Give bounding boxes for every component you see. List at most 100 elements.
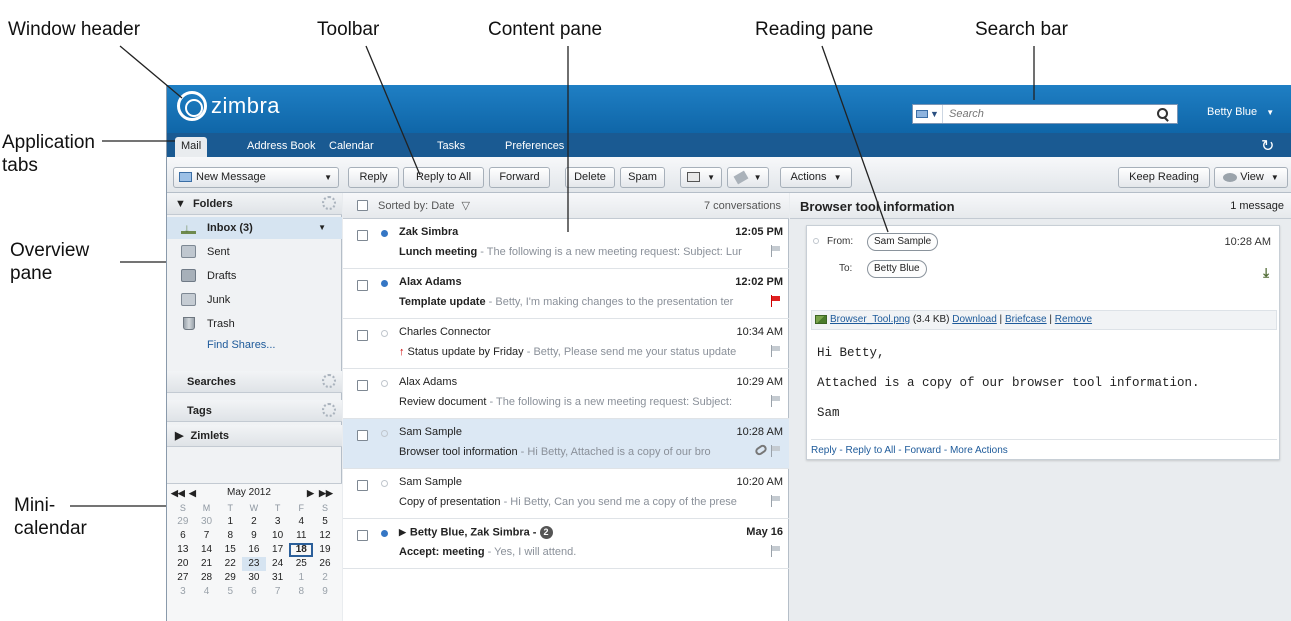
zimbra-logo[interactable]: zimbra [177,91,280,121]
message-row-selected[interactable]: Sam Sample 10:28 AM Browser tool informa… [343,419,789,469]
keep-reading-button[interactable]: Keep Reading [1118,167,1210,188]
calendar-day[interactable]: 16 [242,543,266,557]
calendar-day[interactable]: 21 [195,557,219,571]
red-flag-icon[interactable] [771,295,781,307]
reply-to-all-link[interactable]: Reply to All [845,445,895,456]
reply-button[interactable]: Reply [348,167,399,188]
folders-header[interactable]: ▼ Folders [167,193,342,215]
calendar-day[interactable]: 8 [289,585,313,599]
calendar-day[interactable]: 14 [195,543,219,557]
flag-icon[interactable] [771,245,781,257]
row-checkbox[interactable] [357,530,368,541]
search-icon[interactable] [1155,106,1171,122]
forward-button[interactable]: Forward [489,167,550,188]
folder-sent[interactable]: Sent [167,241,342,263]
calendar-day[interactable]: 5 [313,515,337,529]
calendar-day[interactable]: 9 [242,529,266,543]
prev-month-icon[interactable]: ◀ [189,488,196,499]
gear-icon[interactable] [322,403,336,417]
searches-header[interactable]: Searches [167,371,342,393]
delete-button[interactable]: Delete [565,167,615,188]
calendar-day[interactable]: 28 [195,571,219,585]
calendar-day[interactable]: 7 [195,529,219,543]
calendar-day[interactable]: 20 [171,557,195,571]
gear-icon[interactable] [322,374,336,388]
calendar-day[interactable]: 2 [313,571,337,585]
row-checkbox[interactable] [357,230,368,241]
message-row[interactable]: Zak Simbra 12:05 PM Lunch meeting - The … [343,219,789,269]
expand-thread-icon[interactable]: ▶ [399,527,406,537]
calendar-day[interactable]: 27 [171,571,195,585]
new-message-button[interactable]: New Message ▼ [173,167,339,188]
refresh-icon[interactable]: ↻ [1261,136,1274,156]
row-checkbox[interactable] [357,330,368,341]
calendar-day[interactable]: 6 [171,529,195,543]
calendar-day-highlighted[interactable]: 23 [242,557,266,571]
calendar-day[interactable]: 13 [171,543,195,557]
calendar-day[interactable]: 24 [266,557,290,571]
download-icon[interactable]: ⤓ [1263,265,1269,281]
zimlets-header[interactable]: ▶ Zimlets [167,425,342,447]
next-year-icon[interactable]: ▶▶ [319,488,333,499]
calendar-day[interactable]: 1 [289,571,313,585]
flag-icon[interactable] [771,545,781,557]
calendar-day[interactable]: 31 [266,571,290,585]
folder-drafts[interactable]: Drafts [167,265,342,287]
gear-icon[interactable] [322,196,336,210]
next-month-icon[interactable]: ▶ [307,488,314,499]
calendar-day[interactable]: 12 [313,529,337,543]
calendar-day[interactable]: 5 [218,585,242,599]
tab-mail[interactable]: Mail [175,137,208,157]
flag-icon[interactable] [771,345,781,357]
download-link[interactable]: Download [952,314,996,325]
print-button[interactable]: ▼ [680,167,722,188]
calendar-day[interactable]: 19 [313,543,337,557]
calendar-day-today[interactable]: 18 [289,543,314,557]
message-row[interactable]: Charles Connector 10:34 AM ↑ Status updat… [343,319,789,369]
row-checkbox[interactable] [357,480,368,491]
reply-link[interactable]: Reply [811,445,837,456]
select-all-checkbox[interactable] [357,200,368,211]
calendar-day[interactable]: 30 [242,571,266,585]
calendar-day[interactable]: 26 [313,557,337,571]
message-row[interactable]: ▶ Betty Blue, Zak Simbra - 2 May 16 Accep… [343,519,789,569]
sort-by-date[interactable]: Sorted by: Date ▽ [378,193,470,219]
calendar-day[interactable]: 9 [313,585,337,599]
search-input[interactable] [943,108,1155,120]
calendar-day[interactable]: 7 [266,585,290,599]
calendar-day[interactable]: 6 [242,585,266,599]
calendar-day[interactable]: 29 [218,571,242,585]
calendar-day[interactable]: 29 [171,515,195,529]
sender-bubble[interactable]: Sam Sample [867,233,939,251]
recipient-bubble[interactable]: Betty Blue [867,260,927,278]
tag-button[interactable]: ▼ [727,167,769,188]
actions-button[interactable]: Actions ▼ [780,167,852,188]
prev-year-icon[interactable]: ◀◀ [171,488,185,499]
flag-icon[interactable] [771,395,781,407]
flag-icon[interactable] [771,495,781,507]
folder-junk[interactable]: Junk [167,289,342,311]
calendar-day[interactable]: 3 [266,515,290,529]
calendar-day[interactable]: 8 [218,529,242,543]
calendar-day[interactable]: 17 [266,543,290,557]
more-actions-link[interactable]: More Actions [950,445,1008,456]
tab-tasks[interactable]: Tasks [431,137,471,157]
spam-button[interactable]: Spam [620,167,665,188]
view-button[interactable]: View ▼ [1214,167,1288,188]
remove-link[interactable]: Remove [1055,314,1092,325]
briefcase-link[interactable]: Briefcase [1005,314,1047,325]
message-row[interactable]: Sam Sample 10:20 AM Copy of presentation… [343,469,789,519]
row-checkbox[interactable] [357,280,368,291]
row-checkbox[interactable] [357,380,368,391]
calendar-day[interactable]: 3 [171,585,195,599]
calendar-day[interactable]: 11 [289,529,313,543]
calendar-day[interactable]: 22 [218,557,242,571]
user-menu[interactable]: Betty Blue ▼ [1207,106,1274,118]
folder-trash[interactable]: Trash [167,313,342,335]
folder-inbox[interactable]: Inbox (3) ▼ [167,217,342,239]
calendar-day[interactable]: 4 [195,585,219,599]
forward-link[interactable]: Forward [904,445,941,456]
calendar-day[interactable]: 2 [242,515,266,529]
tags-header[interactable]: Tags [167,400,342,422]
chevron-down-icon[interactable]: ▼ [318,217,326,239]
